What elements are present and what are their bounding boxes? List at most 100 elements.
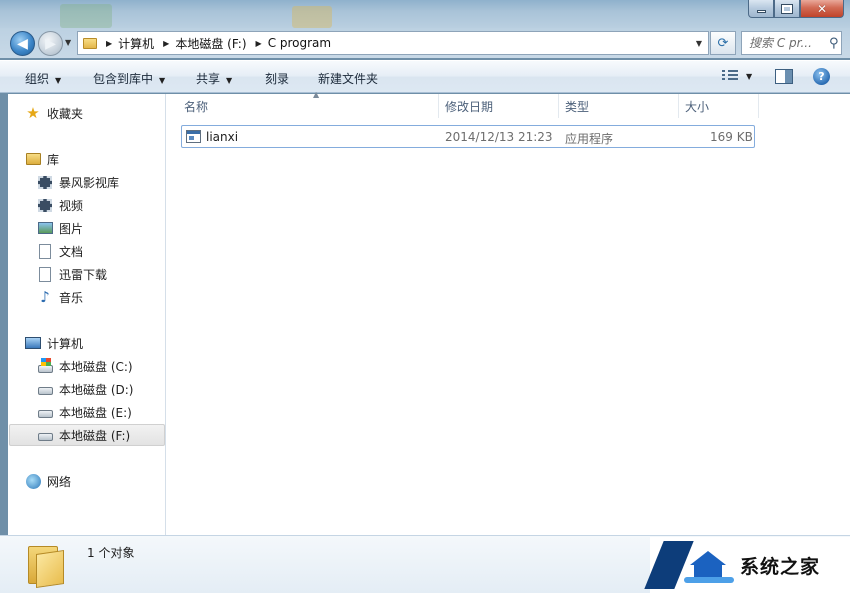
column-header-label: 大小 [685,99,710,114]
sidebar-item-label: 本地磁盘 (D:) [59,382,134,397]
recent-pages-dropdown-icon[interactable]: ▼ [65,38,71,47]
film-icon [37,197,53,213]
folder-icon [83,37,97,49]
watermark-text: 系统之家 [740,555,821,578]
hard-drive-icon [37,427,53,443]
sidebar-item-baofeng-library[interactable]: 暴风影视库 [8,171,164,193]
file-type: 应用程序 [565,132,614,146]
sidebar-item-drive-f[interactable]: 本地磁盘 (F:) [9,424,165,446]
column-header-label: 名称 [184,99,209,114]
breadcrumb-separator-icon[interactable]: ▶ [163,39,169,48]
sidebar-item-drive-c[interactable]: 本地磁盘 (C:) [8,355,164,377]
sidebar-item-computer[interactable]: 计算机 [8,332,164,354]
sidebar-item-documents[interactable]: 文档 [8,240,164,262]
refresh-button[interactable]: ⟳ [710,31,736,55]
organize-menu[interactable]: 组织 ▼ [25,70,61,87]
hard-drive-icon [37,404,53,420]
folder-icon [28,544,64,588]
column-header-size[interactable]: 大小 [679,94,759,118]
maximize-icon [781,3,793,14]
sidebar-item-drive-d[interactable]: 本地磁盘 (D:) [8,378,164,400]
breadcrumb-separator-icon[interactable]: ▶ [256,39,262,48]
search-input[interactable] [749,36,827,50]
library-icon [25,151,41,167]
sidebar-item-music[interactable]: ♪ 音乐 [8,286,164,308]
refresh-icon: ⟳ [717,35,729,51]
share-label: 共享 [196,72,221,86]
column-header-label: 修改日期 [445,99,494,114]
network-icon [25,473,41,489]
address-dropdown-icon[interactable]: ▼ [696,39,702,48]
breadcrumb-current-folder[interactable]: C program [268,36,331,50]
address-bar[interactable]: ▶ 计算机 ▶ 本地磁盘 (F:) ▶ C program ▼ [77,31,709,55]
file-size: 169 KB [710,130,753,144]
sidebar-item-thunder-downloads[interactable]: 迅雷下载 [8,263,164,285]
view-options-dropdown-icon[interactable]: ▼ [746,72,752,81]
close-icon: ✕ [816,1,828,16]
sidebar-item-drive-e[interactable]: 本地磁盘 (E:) [8,401,164,423]
chevron-down-icon: ▼ [226,76,233,85]
sidebar-item-label: 迅雷下载 [59,267,108,282]
sidebar-item-libraries[interactable]: 库 [8,148,164,170]
document-icon [37,243,53,259]
file-row[interactable]: lianxi 2014/12/13 21:23 应用程序 169 KB [181,125,755,148]
search-box[interactable]: ⚲ [741,31,842,55]
window-controls: ✕ [748,0,844,18]
sidebar-item-videos[interactable]: 视频 [8,194,164,216]
hard-drive-icon [37,381,53,397]
sidebar-item-label: 本地磁盘 (E:) [59,405,132,420]
command-toolbar: 组织 ▼ 包含到库中 ▼ 共享 ▼ 刻录 新建文件夹 ▼ ? [0,60,850,93]
star-icon: ★ [26,104,40,122]
column-header-label: 类型 [565,99,590,114]
forward-button[interactable]: ▶ [38,31,63,56]
sidebar-item-favorites[interactable]: ★ 收藏夹 [8,102,164,124]
preview-pane-icon[interactable] [775,69,793,84]
chevron-down-icon: ▼ [55,76,62,85]
computer-icon [25,335,41,351]
picture-icon [37,220,53,236]
burn-button[interactable]: 刻录 [265,70,289,87]
back-arrow-icon: ◀ [17,35,28,52]
system-drive-icon [37,358,53,374]
item-count: 1 个对象 [87,546,135,560]
sidebar-item-network[interactable]: 网络 [8,470,164,492]
minimize-button[interactable] [748,0,774,18]
breadcrumb-computer[interactable]: 计算机 [118,35,154,52]
change-view-icon[interactable] [722,70,738,83]
sidebar-item-label: 图片 [59,221,84,236]
minimize-icon [756,10,766,13]
sidebar-item-label: 暴风影视库 [59,175,120,190]
forward-arrow-icon: ▶ [45,35,56,52]
file-list: 名称 ▲ 修改日期 类型 大小 lianxi 2014/12/13 21:23 … [166,90,850,535]
search-icon[interactable]: ⚲ [829,36,839,51]
new-folder-button[interactable]: 新建文件夹 [318,70,378,87]
watermark-logo-icon [644,537,740,593]
sidebar-item-label: 本地磁盘 (F:) [59,428,131,443]
breadcrumb-separator-icon[interactable]: ▶ [106,39,112,48]
maximize-button[interactable] [774,0,800,18]
watermark: 系统之家 [644,537,850,593]
organize-label: 组织 [25,72,50,86]
back-button[interactable]: ◀ [10,31,35,56]
close-button[interactable]: ✕ [800,0,844,18]
music-note-icon: ♪ [40,288,50,306]
window-titlebar: ✕ [0,0,850,28]
breadcrumb-drive[interactable]: 本地磁盘 (F:) [175,35,246,52]
column-header-modified[interactable]: 修改日期 [439,94,559,118]
include-in-library-label: 包含到库中 [93,72,154,86]
chevron-down-icon: ▼ [159,76,166,85]
background-blur [292,6,332,28]
column-header-type[interactable]: 类型 [559,94,679,118]
application-icon [186,130,201,143]
background-blur [60,4,112,28]
file-name: lianxi [206,130,239,144]
column-header-name[interactable]: 名称 ▲ [178,90,439,118]
navigation-pane: ★ 收藏夹 库 暴风影视库 视频 图片 文档 迅雷下载 ♪ 音乐 计算机 本地磁… [8,94,166,535]
sidebar-item-label: 本地磁盘 (C:) [59,359,133,374]
share-menu[interactable]: 共享 ▼ [196,70,232,87]
help-icon[interactable]: ? [813,68,830,85]
sidebar-item-label: 视频 [59,198,84,213]
download-folder-icon [37,266,53,282]
include-in-library-menu[interactable]: 包含到库中 ▼ [93,70,165,87]
sidebar-item-pictures[interactable]: 图片 [8,217,164,239]
